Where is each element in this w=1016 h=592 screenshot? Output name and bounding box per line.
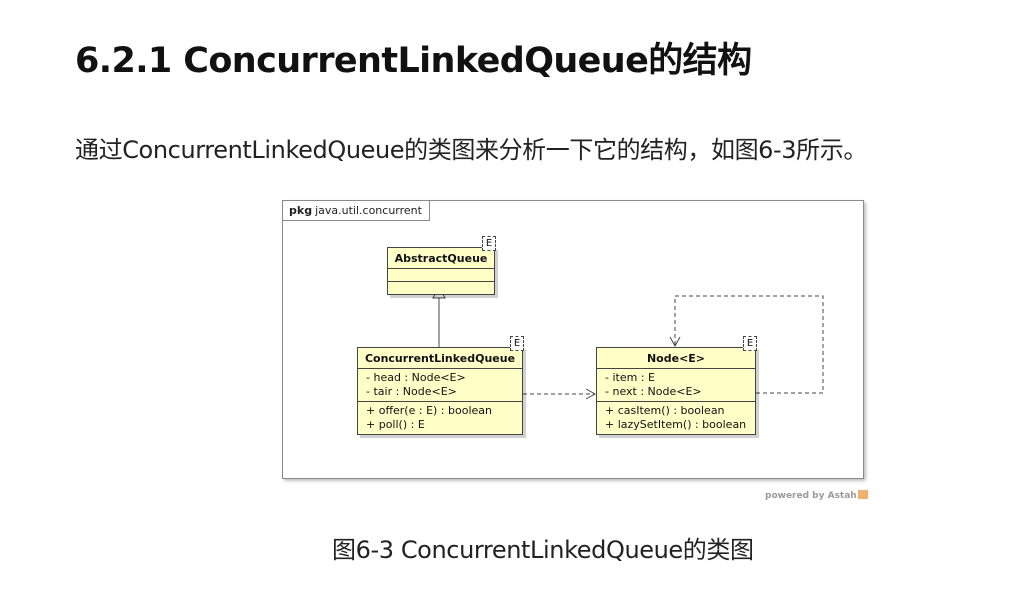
diagram-connectors	[432, 285, 824, 400]
operation-row: + poll() : E	[366, 418, 425, 431]
operation-row: + lazySetItem() : boolean	[605, 418, 747, 431]
class-name: ConcurrentLinkedQueue	[358, 348, 522, 369]
type-parameter-badge: E	[482, 236, 496, 251]
class-node: Node<E> - item : E - next : Node<E> + ca…	[596, 347, 756, 435]
type-parameter-badge: E	[510, 336, 524, 351]
operation-row: + offer(e : E) : boolean	[366, 404, 492, 417]
watermark-text: powered by Astah	[765, 491, 857, 501]
intro-paragraph: 通过ConcurrentLinkedQueue的类图来分析一下它的结构，如图6-…	[75, 136, 867, 164]
astah-logo-icon	[857, 490, 868, 499]
attributes-compartment: - item : E - next : Node<E>	[597, 369, 755, 402]
class-concurrent-linked-queue: ConcurrentLinkedQueue - head : Node<E> -…	[357, 347, 523, 435]
attributes-compartment: - head : Node<E> - tair : Node<E>	[358, 369, 522, 402]
attribute-row: - next : Node<E>	[605, 385, 702, 398]
class-name: Node<E>	[597, 348, 755, 369]
astah-watermark: powered by Astah	[765, 490, 868, 501]
attributes-compartment	[388, 269, 494, 282]
figure-caption: 图6-3 ConcurrentLinkedQueue的类图	[332, 536, 754, 564]
type-parameter-badge: E	[743, 336, 757, 351]
class-diagram-figure: pkg java.util.concurrent AbstractQueue E …	[282, 200, 864, 479]
section-heading: 6.2.1 ConcurrentLinkedQueue的结构	[75, 41, 752, 81]
attribute-row: - item : E	[605, 371, 655, 384]
operations-compartment	[388, 282, 494, 294]
class-name: AbstractQueue	[388, 248, 494, 269]
attribute-row: - head : Node<E>	[366, 371, 466, 384]
operation-row: + casItem() : boolean	[605, 404, 725, 417]
operations-compartment: + casItem() : boolean + lazySetItem() : …	[597, 402, 755, 434]
operations-compartment: + offer(e : E) : boolean + poll() : E	[358, 402, 522, 434]
class-abstract-queue: AbstractQueue	[387, 247, 495, 295]
attribute-row: - tair : Node<E>	[366, 385, 457, 398]
